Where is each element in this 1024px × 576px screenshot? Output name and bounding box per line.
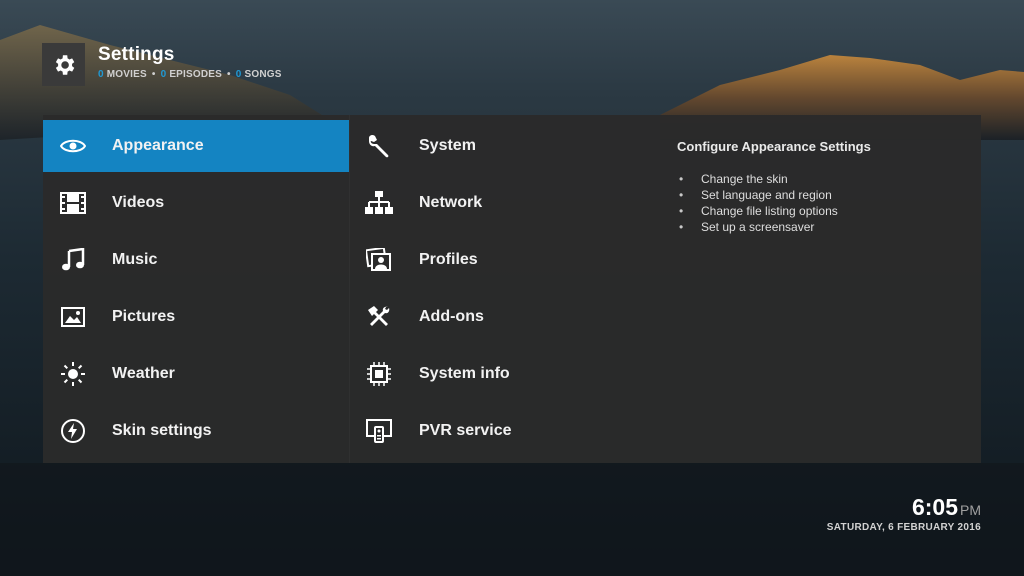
description-list: • Change the skin • Set language and regio… <box>679 171 838 235</box>
menu-item-music[interactable]: Music <box>43 234 349 286</box>
gear-icon <box>55 54 74 75</box>
menu-item-label: System info <box>419 365 510 382</box>
network-icon <box>365 190 393 216</box>
menu-item-label: Network <box>419 194 483 211</box>
music-note-icon <box>59 247 87 273</box>
tools-icon <box>365 304 393 330</box>
menu-item-label: Add-ons <box>419 308 484 325</box>
lightning-icon <box>59 418 87 444</box>
menu-item-add-ons[interactable]: Add-ons <box>349 291 655 343</box>
clock-ampm: PM <box>960 502 981 518</box>
description-item: • Set up a screensaver <box>679 220 815 234</box>
menu-item-label: Profiles <box>419 251 478 268</box>
eye-icon <box>59 133 87 159</box>
clock-date: SATURDAY, 6 FEBRUARY 2016 <box>826 522 981 533</box>
settings-panel: Appearance Videos Music Pictures Weather… <box>43 115 981 463</box>
wrench-icon <box>365 133 393 159</box>
movies-count: 0 <box>98 69 104 80</box>
description-item: • Change file listing options <box>679 204 838 218</box>
menu-item-network[interactable]: Network <box>349 177 655 229</box>
menu-item-label: Videos <box>112 194 165 211</box>
episodes-label: EPISODES <box>169 69 223 80</box>
settings-header-icon <box>42 43 85 86</box>
cpu-icon <box>365 361 393 387</box>
menu-item-label: Pictures <box>112 308 176 325</box>
menu-item-system[interactable]: System <box>349 120 655 172</box>
menu-item-pvr-service[interactable]: PVR service <box>349 405 655 457</box>
clock-time: 6:05 <box>911 494 958 520</box>
description-title: Configure Appearance Settings <box>677 139 871 154</box>
menu-item-label: System <box>419 137 476 154</box>
page-title: Settings <box>98 44 175 65</box>
menu-item-profiles[interactable]: Profiles <box>349 234 655 286</box>
songs-label: SONGS <box>244 69 282 80</box>
menu-item-label: PVR service <box>419 422 512 439</box>
episodes-count: 0 <box>160 69 167 80</box>
menu-item-system-info[interactable]: System info <box>349 348 655 400</box>
menu-item-pictures[interactable]: Pictures <box>43 291 349 343</box>
menu-item-appearance[interactable]: Appearance <box>43 120 349 172</box>
description-item: • Change the skin <box>679 172 788 186</box>
menu-item-weather[interactable]: Weather <box>43 348 349 400</box>
menu-item-label: Appearance <box>112 137 204 154</box>
profiles-icon <box>365 247 393 273</box>
film-icon <box>59 190 87 216</box>
menu-item-label: Weather <box>112 365 175 382</box>
menu-item-label: Skin settings <box>112 422 212 439</box>
description-item: • Set language and region <box>679 188 832 202</box>
picture-icon <box>59 304 87 330</box>
tv-remote-icon <box>365 418 393 444</box>
library-stats: 0 MOVIES • 0 EPISODES • 0 SONGS <box>98 69 282 80</box>
menu-item-skin-settings[interactable]: Skin settings <box>43 405 349 457</box>
clock: 6:05 PM <box>912 494 981 521</box>
menu-item-videos[interactable]: Videos <box>43 177 349 229</box>
songs-count: 0 <box>235 69 242 80</box>
menu-item-label: Music <box>112 251 158 268</box>
sun-icon <box>59 361 87 387</box>
movies-label: MOVIES <box>106 69 147 80</box>
